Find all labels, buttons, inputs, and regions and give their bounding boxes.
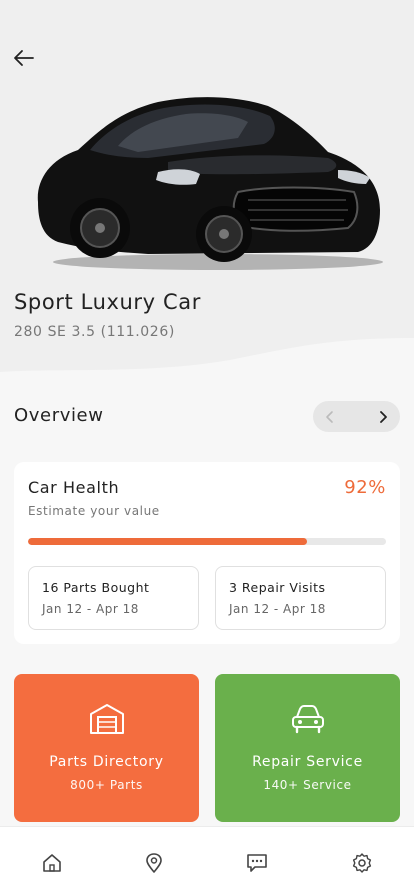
overview-pager bbox=[313, 401, 400, 432]
back-button[interactable] bbox=[8, 42, 40, 74]
tab-messages[interactable] bbox=[244, 850, 270, 876]
car-icon bbox=[291, 705, 324, 734]
car-health-title: Car Health bbox=[28, 478, 120, 497]
pager-next-button[interactable] bbox=[373, 407, 393, 427]
stat-label: 3 Repair Visits bbox=[229, 580, 326, 595]
repair-visits-stat[interactable]: 3 Repair Visits Jan 12 - Apr 18 bbox=[215, 566, 386, 630]
parts-bought-stat[interactable]: 16 Parts Bought Jan 12 - Apr 18 bbox=[28, 566, 199, 630]
home-icon bbox=[43, 854, 61, 872]
arrow-left-icon bbox=[14, 50, 34, 66]
hero-section: Sport Luxury Car 280 SE 3.5 (111.026) bbox=[0, 0, 414, 380]
tab-home[interactable] bbox=[39, 850, 65, 876]
tab-location[interactable] bbox=[141, 850, 167, 876]
tile-title: Parts Directory bbox=[49, 754, 164, 770]
car-health-percent: 92% bbox=[344, 477, 386, 498]
tab-settings[interactable] bbox=[349, 850, 375, 876]
car-model-code: 280 SE 3.5 (111.026) bbox=[14, 324, 175, 340]
repair-service-tile[interactable]: Repair Service 140+ Service bbox=[215, 674, 400, 822]
chevron-left-icon bbox=[326, 410, 333, 423]
car-title: Sport Luxury Car bbox=[14, 290, 201, 314]
location-pin-icon bbox=[146, 853, 162, 873]
pager-prev-button[interactable] bbox=[320, 407, 340, 427]
overview-heading: Overview bbox=[14, 405, 104, 426]
car-health-progress-fill bbox=[28, 538, 308, 545]
chevron-right-icon bbox=[380, 410, 387, 423]
stat-date-range: Jan 12 - Apr 18 bbox=[42, 602, 139, 616]
gear-icon bbox=[352, 853, 372, 873]
car-health-progress-track bbox=[28, 538, 386, 545]
garage-icon bbox=[89, 704, 124, 734]
stat-label: 16 Parts Bought bbox=[42, 580, 150, 595]
bottom-tab-bar bbox=[0, 826, 414, 896]
stat-date-range: Jan 12 - Apr 18 bbox=[229, 602, 326, 616]
car-health-card: Car Health 92% Estimate your value 16 Pa… bbox=[14, 462, 400, 644]
car-image bbox=[37, 97, 383, 270]
chat-icon bbox=[247, 854, 267, 872]
tile-title: Repair Service bbox=[252, 754, 363, 770]
car-health-subtitle: Estimate your value bbox=[28, 504, 160, 518]
tile-subtitle: 140+ Service bbox=[263, 778, 352, 792]
parts-directory-tile[interactable]: Parts Directory 800+ Parts bbox=[14, 674, 199, 822]
tile-subtitle: 800+ Parts bbox=[70, 778, 143, 792]
